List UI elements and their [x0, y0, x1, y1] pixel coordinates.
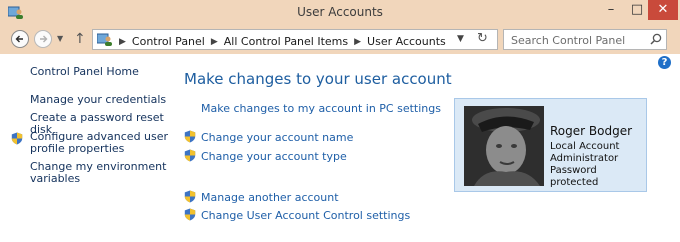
uac-shield-icon: [184, 149, 196, 162]
search-input[interactable]: [509, 32, 643, 48]
sidebar-item-control-panel-home[interactable]: Control Panel Home: [30, 66, 139, 78]
page-title: Make changes to your user account: [184, 70, 452, 88]
search-icon[interactable]: [650, 33, 662, 45]
close-button[interactable]: ✕: [648, 0, 678, 20]
account-role: Administrator: [550, 153, 619, 164]
address-location-icon: [96, 33, 113, 50]
sidebar: Control Panel Home Manage your credentia…: [0, 54, 175, 242]
minimize-button[interactable]: –: [598, 0, 624, 20]
window-title: User Accounts: [297, 5, 383, 19]
task-manage-another-account-link[interactable]: Manage another account: [201, 191, 339, 204]
account-avatar[interactable]: [464, 106, 544, 186]
task-uac-settings-link[interactable]: Change User Account Control settings: [201, 209, 410, 222]
recent-locations-chevron-icon[interactable]: ▼: [57, 34, 63, 43]
sidebar-item-advanced-profile[interactable]: Configure advanced user profile properti…: [30, 131, 168, 155]
account-info: Roger Bodger Local Account Administrator…: [550, 124, 646, 189]
arrow-right-icon: [40, 35, 48, 43]
breadcrumb-separator-icon[interactable]: ▶: [119, 37, 126, 47]
sidebar-item-label-line: profile properties: [30, 142, 125, 155]
back-button[interactable]: [11, 30, 29, 48]
breadcrumb-separator-icon[interactable]: ▶: [211, 37, 218, 47]
uac-shield-icon: [184, 208, 196, 221]
sidebar-item-label-line: variables: [30, 172, 81, 185]
forward-button[interactable]: [34, 30, 52, 48]
account-name: Roger Bodger: [550, 124, 633, 138]
help-icon[interactable]: ?: [658, 56, 671, 69]
up-arrow-icon[interactable]: ↑: [74, 31, 86, 47]
account-card: Roger Bodger Local Account Administrator…: [454, 98, 647, 192]
arrow-left-icon: [15, 35, 23, 43]
breadcrumb-all-items[interactable]: All Control Panel Items: [224, 35, 348, 48]
breadcrumb-control-panel[interactable]: Control Panel: [132, 35, 205, 48]
breadcrumb-separator-icon[interactable]: ▶: [354, 37, 361, 47]
account-type: Local Account: [550, 141, 620, 152]
title-bar: User Accounts – □ ✕: [0, 0, 680, 26]
task-change-account-name-link[interactable]: Change your account name: [201, 131, 353, 144]
breadcrumb-user-accounts[interactable]: User Accounts: [367, 35, 446, 48]
task-change-account-type-link[interactable]: Change your account type: [201, 150, 347, 163]
user-portrait-icon: [464, 106, 544, 186]
address-dropdown-chevron-icon[interactable]: ▼: [457, 34, 464, 44]
account-password-status: Password protected: [550, 165, 599, 188]
uac-shield-icon: [184, 190, 196, 203]
maximize-button[interactable]: □: [624, 0, 650, 20]
navigation-bar: ▼ ↑ ▶ Control Panel ▶ All Control Panel …: [0, 26, 680, 54]
uac-shield-icon: [11, 132, 23, 145]
sidebar-item-environment-variables[interactable]: Change my environment variables: [30, 161, 166, 185]
search-box[interactable]: [503, 29, 667, 50]
refresh-icon[interactable]: ↻: [477, 31, 488, 46]
uac-shield-icon: [184, 130, 196, 143]
task-pc-settings-link[interactable]: Make changes to my account in PC setting…: [201, 102, 441, 115]
sidebar-item-manage-credentials[interactable]: Manage your credentials: [30, 94, 166, 106]
address-bar[interactable]: ▶ Control Panel ▶ All Control Panel Item…: [92, 29, 498, 50]
